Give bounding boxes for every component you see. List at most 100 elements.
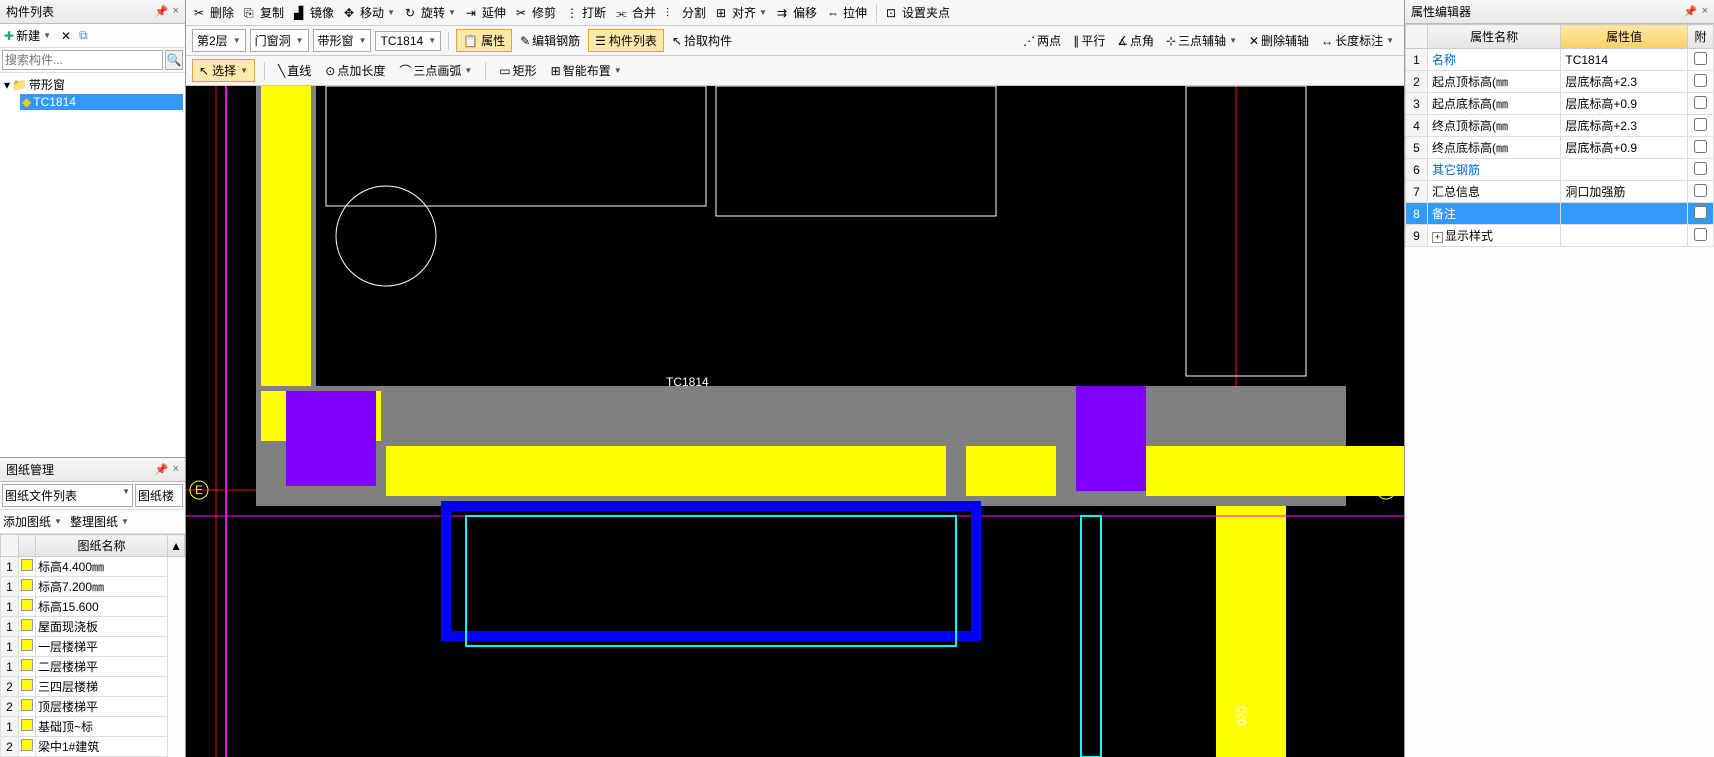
att-checkbox[interactable] bbox=[1694, 52, 1707, 65]
dimension-button[interactable]: ↔长度标注▼ bbox=[1317, 30, 1398, 51]
extend-button[interactable]: ⇥延伸 bbox=[462, 2, 510, 23]
mirror-button[interactable]: ▟镜像 bbox=[290, 2, 338, 23]
property-row[interactable]: 6其它钢筋 bbox=[1406, 159, 1714, 181]
property-button[interactable]: 📋属性 bbox=[456, 29, 512, 52]
drawing-row[interactable]: 1屋面现浇板 bbox=[1, 617, 185, 637]
pick-component-button[interactable]: ↖拾取构件 bbox=[668, 30, 736, 51]
pin-icon[interactable]: 📌 bbox=[155, 463, 169, 476]
offset-button[interactable]: ⇉偏移 bbox=[773, 2, 821, 23]
rect-button[interactable]: ▭矩形 bbox=[495, 60, 540, 81]
copy-button[interactable]: ⎘复制 bbox=[240, 2, 288, 23]
dropdown-icon: ▼ bbox=[43, 31, 51, 40]
drawing-canvas[interactable]: TC1814 020 E B bbox=[186, 86, 1404, 757]
drawing-row[interactable]: 1一层楼梯平 bbox=[1, 637, 185, 657]
three-aux-button[interactable]: ⊹三点辅轴▼ bbox=[1162, 30, 1241, 51]
copy-icon[interactable]: ⧉ bbox=[79, 28, 88, 43]
mirror-icon: ▟ bbox=[294, 6, 308, 20]
arc3-button[interactable]: ⌒三点画弧▼ bbox=[395, 60, 476, 81]
new-row: ✚ 新建 ▼ ✕ ⧉ bbox=[0, 24, 185, 48]
att-checkbox[interactable] bbox=[1694, 96, 1707, 109]
add-drawing-button[interactable]: 添加图纸▼ bbox=[3, 513, 62, 530]
split-button[interactable]: ⫶分割 bbox=[662, 2, 710, 23]
rotate-button[interactable]: ↻旋转▼ bbox=[401, 2, 460, 23]
rebar-icon: ✎ bbox=[520, 34, 530, 48]
break-button[interactable]: ⋮打断 bbox=[562, 2, 610, 23]
collapse-icon[interactable]: ▾ bbox=[4, 78, 10, 92]
select-button[interactable]: ↖选择▼ bbox=[192, 59, 255, 82]
angle-button[interactable]: ∡点角 bbox=[1113, 30, 1158, 51]
component-tree[interactable]: ▾ 📁 带形窗 ◆ TC1814 bbox=[0, 73, 185, 457]
drawing-row[interactable]: 2三四层楼梯 bbox=[1, 677, 185, 697]
drawing-row[interactable]: 1基础顶~标 bbox=[1, 717, 185, 737]
drawing-row[interactable]: 2顶层楼梯平 bbox=[1, 697, 185, 717]
drawing-row[interactable]: 2梁中1#建筑 bbox=[1, 737, 185, 757]
twopoint-button[interactable]: ⋰两点 bbox=[1019, 30, 1065, 51]
type-combo[interactable]: 带形窗▼ bbox=[313, 29, 372, 52]
att-checkbox[interactable] bbox=[1694, 74, 1707, 87]
delete-button[interactable]: ✂删除 bbox=[190, 2, 238, 23]
align-button[interactable]: ⊞对齐▼ bbox=[712, 2, 771, 23]
drawing-row[interactable]: 1标高4.400㎜ bbox=[1, 557, 185, 577]
component-icon: ◆ bbox=[22, 95, 31, 109]
att-checkbox[interactable] bbox=[1694, 184, 1707, 197]
att-checkbox[interactable] bbox=[1694, 140, 1707, 153]
property-row[interactable]: 5终点底标高(㎜层底标高+0.9 bbox=[1406, 137, 1714, 159]
close-icon[interactable]: × bbox=[173, 5, 179, 18]
property-row[interactable]: 8备注 bbox=[1406, 203, 1714, 225]
stretch-icon: ⇔ bbox=[827, 6, 841, 20]
point-length-button[interactable]: ⊙点加长度 bbox=[321, 60, 389, 81]
setgrip-button[interactable]: ⊡设置夹点 bbox=[882, 2, 954, 23]
drawing-row[interactable]: 1二层楼梯平 bbox=[1, 657, 185, 677]
drawing-row[interactable]: 1标高15.600 bbox=[1, 597, 185, 617]
att-checkbox[interactable] bbox=[1694, 162, 1707, 175]
close-icon[interactable]: × bbox=[173, 463, 179, 476]
att-checkbox[interactable] bbox=[1694, 118, 1707, 131]
file-list-combo[interactable]: 图纸文件列表▼ bbox=[2, 484, 133, 507]
close-icon[interactable]: × bbox=[1702, 5, 1708, 18]
component-list-button[interactable]: ☰构件列表 bbox=[588, 29, 664, 52]
property-row[interactable]: 7汇总信息洞口加强筋 bbox=[1406, 181, 1714, 203]
delete-icon[interactable]: ✕ bbox=[61, 29, 71, 43]
search-button[interactable]: 🔍 bbox=[165, 50, 183, 70]
file-sel-combo[interactable]: 图纸楼 bbox=[135, 484, 183, 507]
property-row[interactable]: 1名称TC1814 bbox=[1406, 49, 1714, 71]
property-row[interactable]: 9+显示样式 bbox=[1406, 225, 1714, 247]
stretch-button[interactable]: ⇔拉伸 bbox=[823, 2, 871, 23]
pin-icon[interactable]: 📌 bbox=[1684, 5, 1698, 18]
merge-button[interactable]: ⫘合并 bbox=[612, 2, 660, 23]
prop-name-header[interactable]: 属性名称 bbox=[1428, 25, 1561, 49]
smart-layout-button[interactable]: ⊞智能布置▼ bbox=[547, 60, 626, 81]
att-checkbox[interactable] bbox=[1694, 228, 1707, 241]
tree-item-tc1814[interactable]: ◆ TC1814 bbox=[20, 94, 183, 110]
search-icon: 🔍 bbox=[167, 53, 182, 67]
canvas-label-right: 020 bbox=[1235, 706, 1249, 726]
line-button[interactable]: ╲直线 bbox=[274, 60, 315, 81]
property-row[interactable]: 4终点顶标高(㎜层底标高+2.3 bbox=[1406, 115, 1714, 137]
layer-combo[interactable]: 第2层▼ bbox=[192, 29, 246, 52]
break-icon: ⋮ bbox=[566, 6, 580, 20]
drawing-table: 图纸名称▲ 1标高4.400㎜1标高7.200㎜1标高15.6001屋面现浇板1… bbox=[0, 534, 185, 757]
prop-att-header[interactable]: 附 bbox=[1688, 25, 1714, 49]
svg-text:B: B bbox=[1382, 483, 1390, 497]
pick-icon: ↖ bbox=[672, 34, 682, 48]
category-combo[interactable]: 门窗洞▼ bbox=[250, 29, 309, 52]
move-button[interactable]: ✥移动▼ bbox=[340, 2, 399, 23]
att-checkbox[interactable] bbox=[1694, 206, 1707, 219]
edit-rebar-button[interactable]: ✎编辑钢筋 bbox=[516, 30, 584, 51]
prop-value-header[interactable]: 属性值 bbox=[1561, 25, 1688, 49]
tree-root[interactable]: ▾ 📁 带形窗 bbox=[2, 75, 183, 94]
trim-icon: ✂ bbox=[516, 6, 530, 20]
property-row[interactable]: 3起点底标高(㎜层底标高+0.9 bbox=[1406, 93, 1714, 115]
arrange-drawing-button[interactable]: 整理图纸▼ bbox=[70, 513, 129, 530]
drawing-name-header[interactable]: 图纸名称 bbox=[36, 535, 168, 557]
pin-icon[interactable]: 📌 bbox=[155, 5, 169, 18]
component-combo[interactable]: TC1814▼ bbox=[375, 31, 441, 51]
del-aux-button[interactable]: ✕删除辅轴 bbox=[1245, 30, 1313, 51]
property-row[interactable]: 2起点顶标高(㎜层底标高+2.3 bbox=[1406, 71, 1714, 93]
search-input[interactable] bbox=[2, 50, 163, 70]
drawing-row[interactable]: 1标高7.200㎜ bbox=[1, 577, 185, 597]
grip-icon: ⊡ bbox=[886, 6, 900, 20]
new-button[interactable]: ✚ 新建 ▼ bbox=[4, 27, 51, 44]
parallel-button[interactable]: ∥平行 bbox=[1069, 30, 1109, 51]
trim-button[interactable]: ✂修剪 bbox=[512, 2, 560, 23]
